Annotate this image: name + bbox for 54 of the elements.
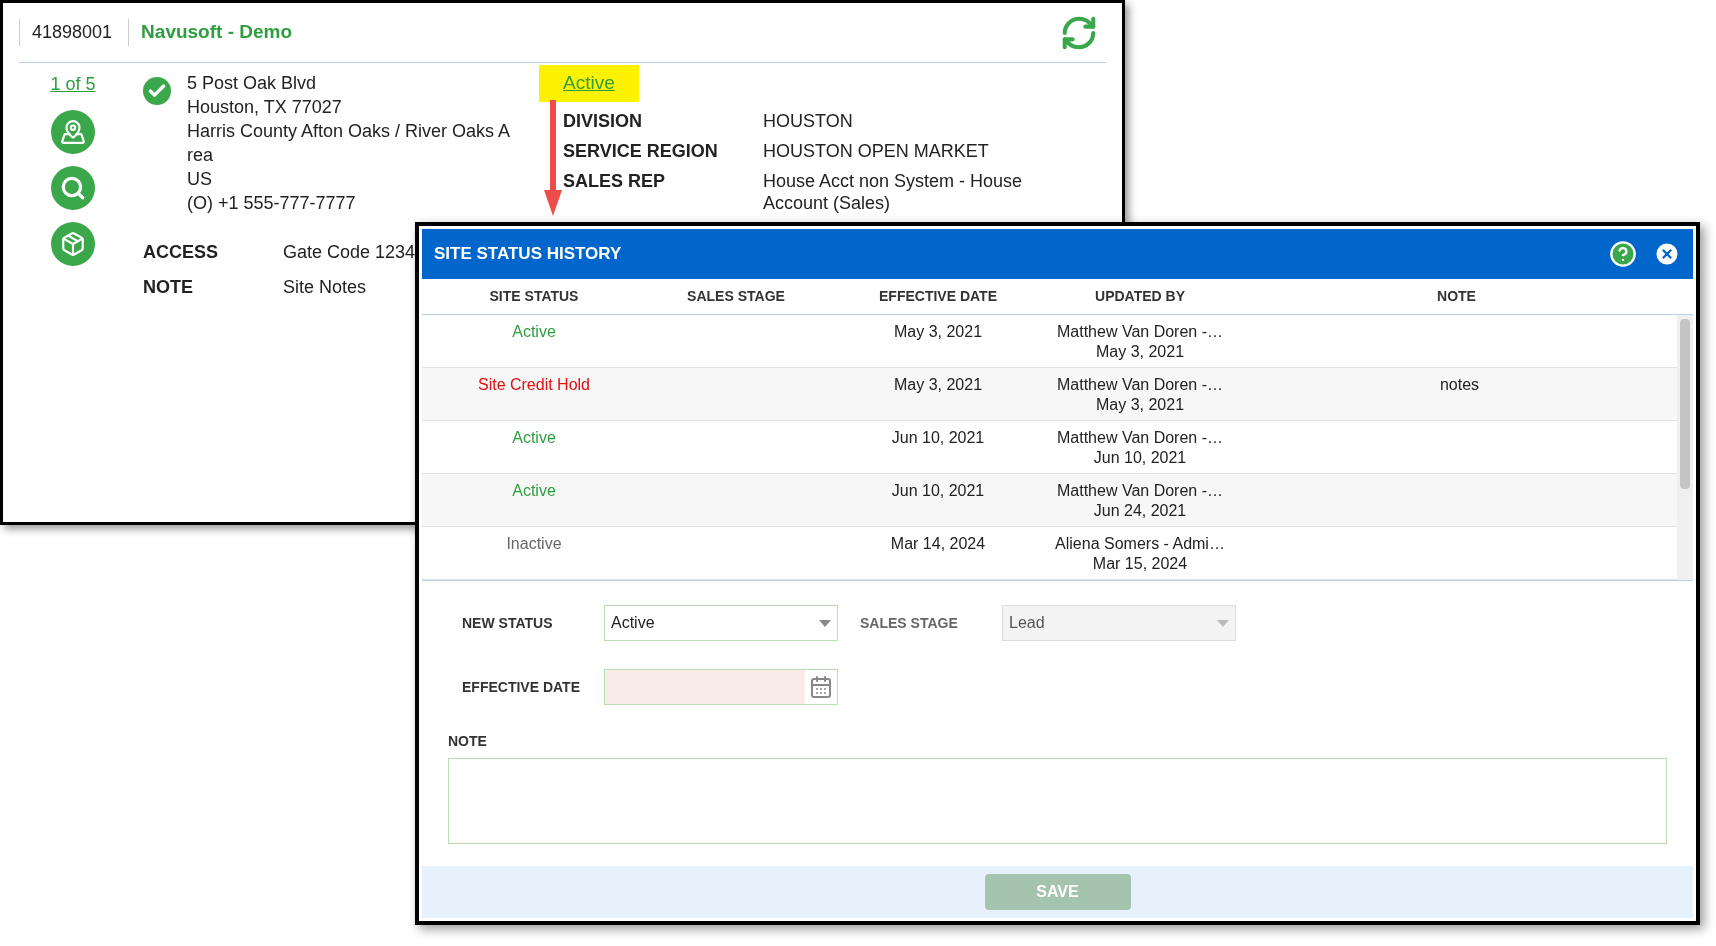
date-cell-text: May 3, 2021 — [893, 322, 983, 342]
field-value: Gate Code 1234 — [283, 241, 416, 264]
detail-value: House Acct non System - House Account (Sales) — [763, 169, 1024, 214]
status-cell-text: Active — [512, 428, 556, 448]
column-header: EFFECTIVE DATE — [879, 287, 997, 306]
column-header: UPDATED BY — [1095, 287, 1185, 306]
updated-by-cell-text: Matthew Van Doren -… May 3, 2021 — [1057, 375, 1223, 415]
check-icon — [143, 77, 171, 105]
account-number: 41898001 — [19, 19, 130, 46]
caret-icon — [819, 619, 831, 627]
note-cell-text: notes — [1439, 375, 1480, 395]
updated-by-cell-text: Matthew Van Doren -… Jun 10, 2021 — [1057, 428, 1223, 468]
detail-label: SALES REP — [563, 169, 667, 193]
column-header: SITE STATUS — [489, 287, 579, 306]
field-value: Site Notes — [283, 276, 367, 299]
status-cell-text: Site Credit Hold — [477, 375, 590, 395]
note-input[interactable] — [448, 758, 1667, 844]
search-icon[interactable] — [51, 166, 95, 210]
site-name: Navusoft - Demo — [140, 20, 293, 45]
column-header: NOTE — [1437, 287, 1476, 306]
dialog-title: SITE STATUS HISTORY — [434, 243, 623, 266]
status-cell-text: Inactive — [506, 534, 562, 554]
field-label: ACCESS — [143, 241, 219, 264]
updated-by-cell-text: Matthew Van Doren -… Jun 24, 2021 — [1057, 481, 1223, 521]
detail-value: HOUSTON — [763, 109, 854, 132]
detail-value: HOUSTON OPEN MARKET — [763, 139, 990, 162]
package-icon[interactable] — [51, 222, 95, 266]
scrollbar[interactable] — [1677, 315, 1693, 580]
status-link[interactable]: Active — [539, 65, 639, 102]
date-cell-text: May 3, 2021 — [893, 375, 983, 395]
field-label: EFFECTIVE DATE — [462, 677, 581, 697]
column-header: SALES STAGE — [687, 287, 785, 306]
field-label: NOTE — [448, 732, 488, 751]
close-icon[interactable] — [1653, 240, 1681, 268]
updated-by-cell-text: Aliena Somers - Admi… Mar 15, 2024 — [1055, 534, 1225, 574]
field-label: SALES STAGE — [860, 613, 959, 633]
date-cell-text: Jun 10, 2021 — [891, 481, 985, 501]
updated-by-cell-text: Matthew Van Doren -… May 3, 2021 — [1057, 322, 1223, 362]
map-icon[interactable] — [51, 110, 95, 154]
status-select[interactable]: Active — [604, 605, 838, 641]
help-icon[interactable] — [1609, 240, 1637, 268]
calendar-icon[interactable] — [809, 675, 833, 699]
date-cell-text: Mar 14, 2024 — [890, 534, 986, 554]
field-label: NOTE — [143, 276, 194, 299]
date-cell-text: Jun 10, 2021 — [891, 428, 985, 448]
status-cell-text: Active — [512, 481, 556, 501]
field-label: NEW STATUS — [462, 613, 554, 633]
caret-icon — [1217, 619, 1229, 627]
pager-link[interactable]: 1 of 5 — [50, 71, 96, 98]
site-address: 5 Post Oak Blvd Houston, TX 77027 Harris County Afton Oaks / River Oaks A rea US (O) +1 555-777-7777 — [187, 72, 512, 215]
status-cell-text: Active — [512, 322, 556, 342]
detail-label: SERVICE REGION — [563, 139, 719, 162]
detail-label: DIVISION — [563, 109, 643, 132]
date-input[interactable] — [604, 669, 838, 705]
